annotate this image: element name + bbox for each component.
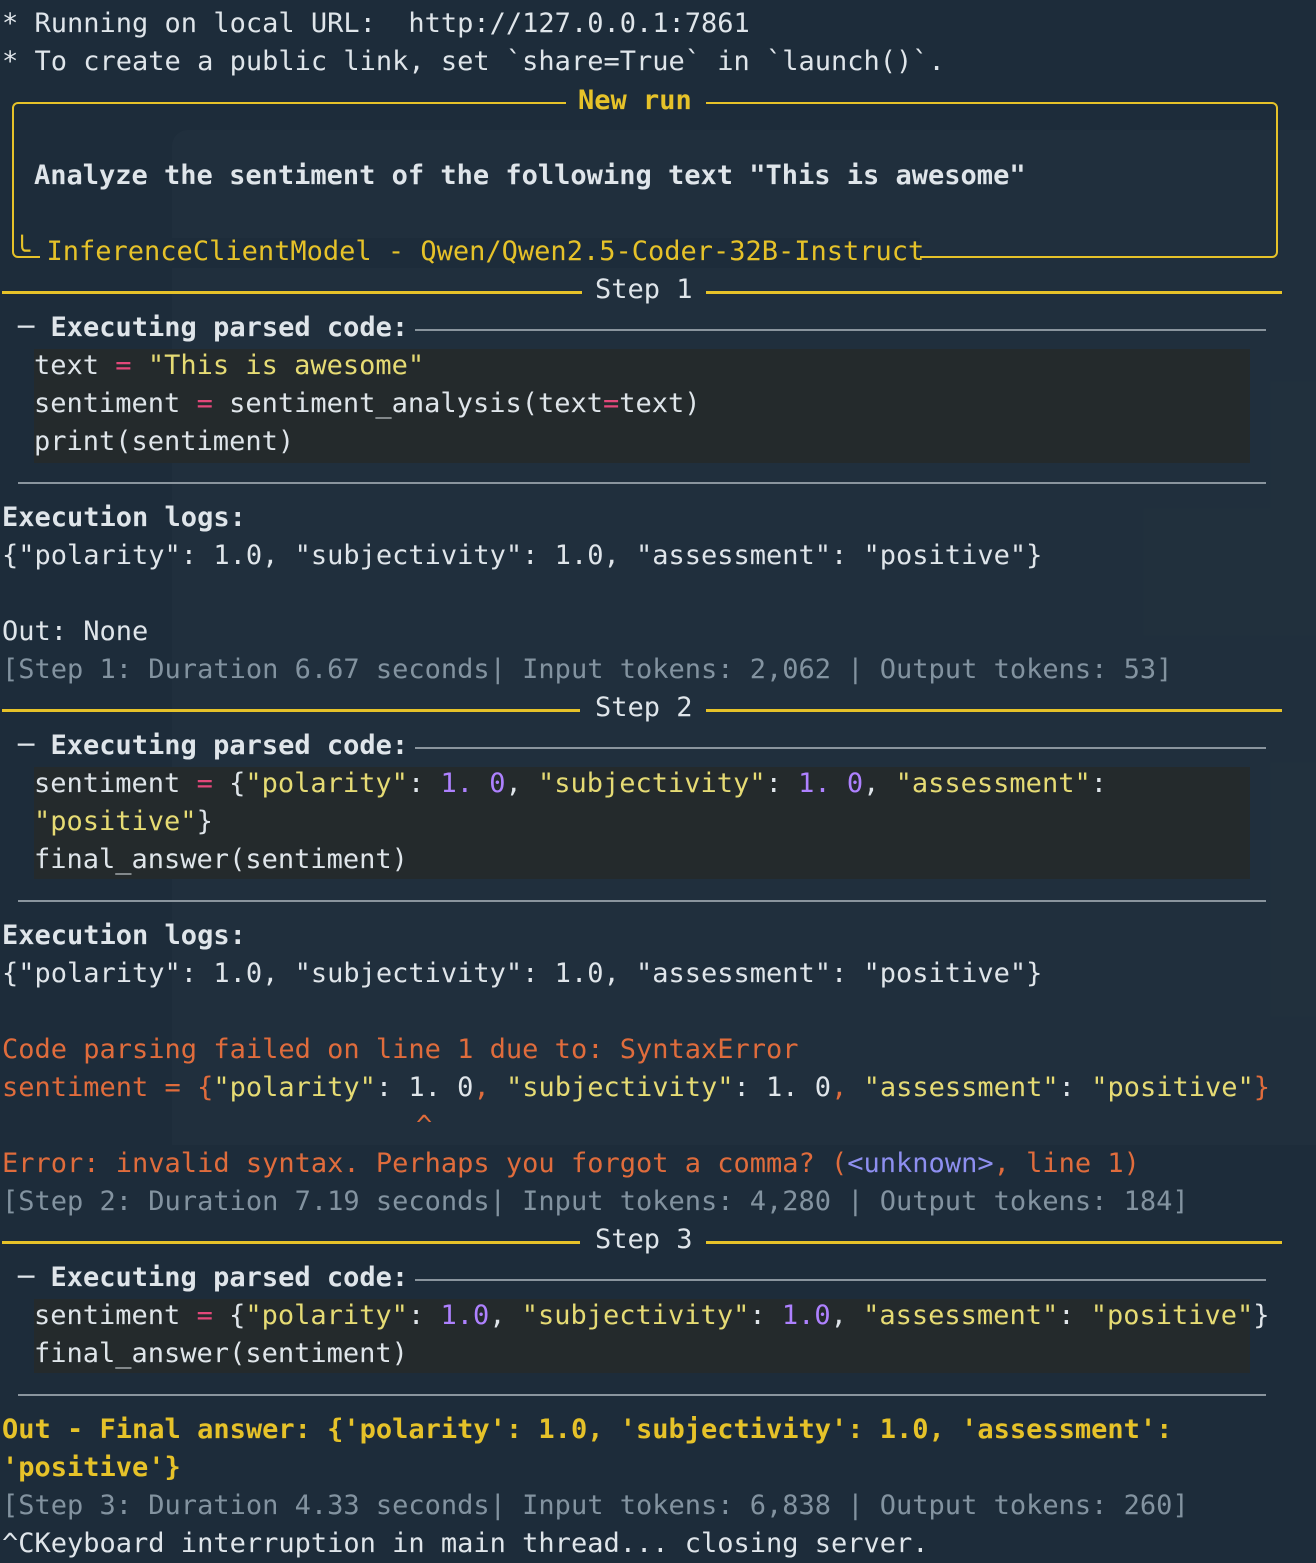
step3-rule-left xyxy=(2,1241,580,1244)
step1-exec-label: ─ Executing parsed code: xyxy=(18,312,409,343)
step2-logs-label: Execution logs: xyxy=(2,920,246,951)
step2-rule-right xyxy=(706,709,1282,712)
step1-rule-left xyxy=(2,291,582,294)
step3-exec-label: ─ Executing parsed code: xyxy=(18,1262,409,1293)
step3-exec-rule xyxy=(415,1279,1266,1281)
step2-code-line3: final_answer(sentiment) xyxy=(34,844,408,875)
step3-rule-right xyxy=(706,1241,1282,1244)
step2-title: Step 2 xyxy=(595,692,693,723)
public-link-hint: * To create a public link, set `share=Tr… xyxy=(2,46,945,77)
step1-exec-rule xyxy=(415,329,1266,331)
step3-code-end-rule xyxy=(18,1394,1266,1396)
step1-logs: {"polarity": 1.0, "subjectivity": 1.0, "… xyxy=(2,540,1043,571)
step2-code-end-rule xyxy=(18,900,1266,902)
step1-code-line2: sentiment = sentiment_analysis(text=text… xyxy=(34,388,701,419)
step2-exec-label: ─ Executing parsed code: xyxy=(18,730,409,761)
step1-code-end-rule xyxy=(18,482,1266,484)
step1-code-line1: text = "This is awesome" xyxy=(34,350,425,381)
running-url-line: * Running on local URL: http://127.0.0.1… xyxy=(2,8,750,39)
step2-error-code: sentiment = {"polarity": 1. 0, "subjecti… xyxy=(2,1072,1271,1103)
final-answer-line1: Out - Final answer: {'polarity': 1.0, 's… xyxy=(2,1414,1173,1445)
step2-rule-left xyxy=(2,709,580,712)
step1-stats: [Step 1: Duration 6.67 seconds| Input to… xyxy=(2,654,1173,685)
step3-stats: [Step 3: Duration 4.33 seconds| Input to… xyxy=(2,1490,1189,1521)
step2-error-title: Code parsing failed on line 1 due to: Sy… xyxy=(2,1034,799,1065)
step2-error-message: Error: invalid syntax. Perhaps you forgo… xyxy=(2,1148,1140,1179)
step1-title: Step 1 xyxy=(595,274,693,305)
keyboard-interrupt-line: ^CKeyboard interruption in main thread..… xyxy=(2,1528,929,1559)
new-run-title: New run xyxy=(578,85,692,116)
step2-exec-rule xyxy=(415,747,1266,749)
final-answer-line2: 'positive'} xyxy=(2,1452,181,1483)
step3-title: Step 3 xyxy=(595,1224,693,1255)
step1-out: Out: None xyxy=(2,616,149,647)
step2-stats: [Step 2: Duration 7.19 seconds| Input to… xyxy=(2,1186,1189,1217)
step2-code-line2: "positive"} xyxy=(34,806,213,837)
step2-logs: {"polarity": 1.0, "subjectivity": 1.0, "… xyxy=(2,958,1043,989)
step1-code-line3: print(sentiment) xyxy=(34,426,295,457)
step3-code-line1: sentiment = {"polarity": 1.0, "subjectiv… xyxy=(34,1300,1270,1331)
step2-code-line1: sentiment = {"polarity": 1. 0, "subjecti… xyxy=(34,768,1107,799)
step1-logs-label: Execution logs: xyxy=(2,502,246,533)
task-text: Analyze the sentiment of the following t… xyxy=(34,160,1026,191)
model-label: ╰ InferenceClientModel - Qwen/Qwen2.5-Co… xyxy=(14,236,925,267)
step3-code-line2: final_answer(sentiment) xyxy=(34,1338,408,1369)
step2-error-caret: ^ xyxy=(416,1110,433,1141)
step1-rule-right xyxy=(706,291,1282,294)
